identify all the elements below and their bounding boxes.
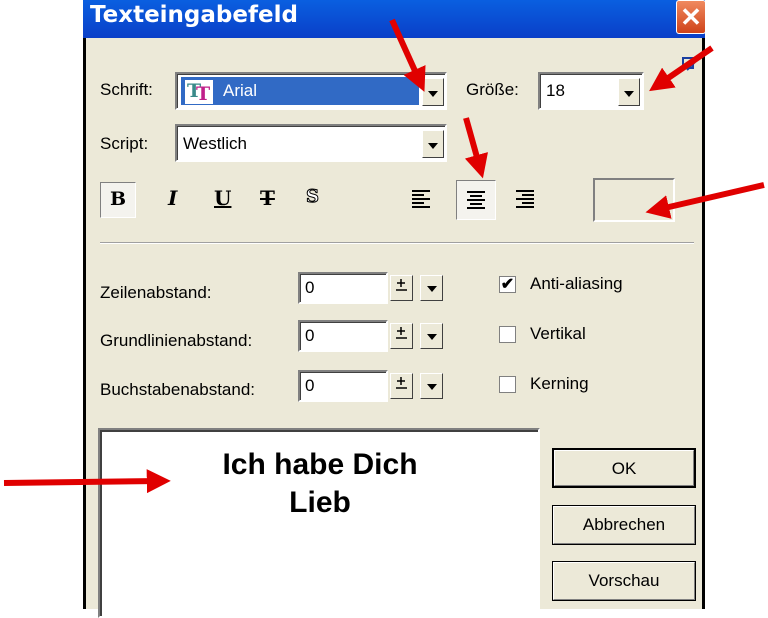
arrow-align-center [463, 117, 488, 179]
arrow-size-dropdown [649, 45, 714, 92]
arrow-color-swatch [645, 182, 765, 219]
arrow-font-dropdown [389, 18, 426, 92]
annotation-arrows [3, 18, 765, 494]
arrow-text-area [3, 469, 171, 494]
